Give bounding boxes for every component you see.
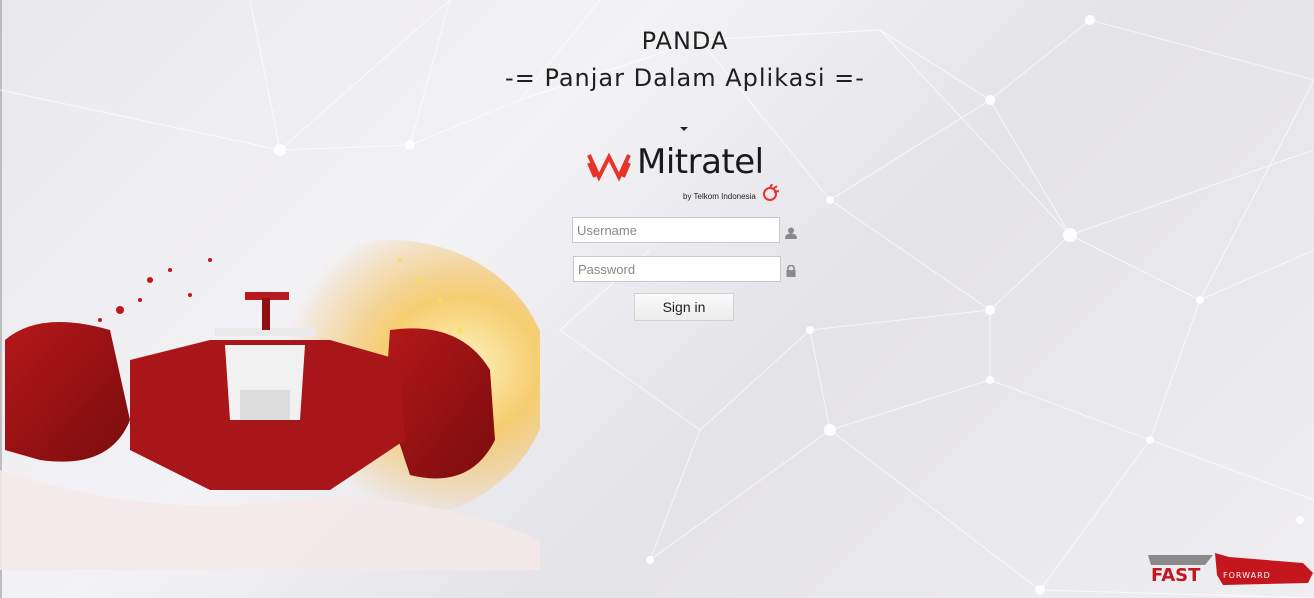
sign-in-button[interactable]: Sign in xyxy=(634,293,734,321)
username-input[interactable] xyxy=(572,217,780,243)
mitratel-m-icon xyxy=(587,152,631,182)
app-title: PANDA xyxy=(641,27,729,55)
logo-byline: by Telkom Indonesia xyxy=(683,192,756,201)
fast-forward-main-text: FAST xyxy=(1151,565,1201,586)
user-icon xyxy=(785,227,797,239)
password-input[interactable] xyxy=(573,256,781,282)
lock-icon xyxy=(786,265,796,277)
app-subtitle: -= Panjar Dalam Aplikasi =- xyxy=(505,64,865,92)
fast-forward-sub-text: FORWARD xyxy=(1223,571,1271,580)
race-car-artwork xyxy=(0,240,540,570)
telkom-icon xyxy=(763,184,779,201)
fast-forward-car-logo: FAST FORWARD xyxy=(1148,553,1313,586)
logo-wordmark: Mitratel xyxy=(637,142,764,182)
caret-down-icon xyxy=(680,127,688,131)
mitratel-logo: Mitratel by Telkom Indonesia xyxy=(587,142,787,208)
